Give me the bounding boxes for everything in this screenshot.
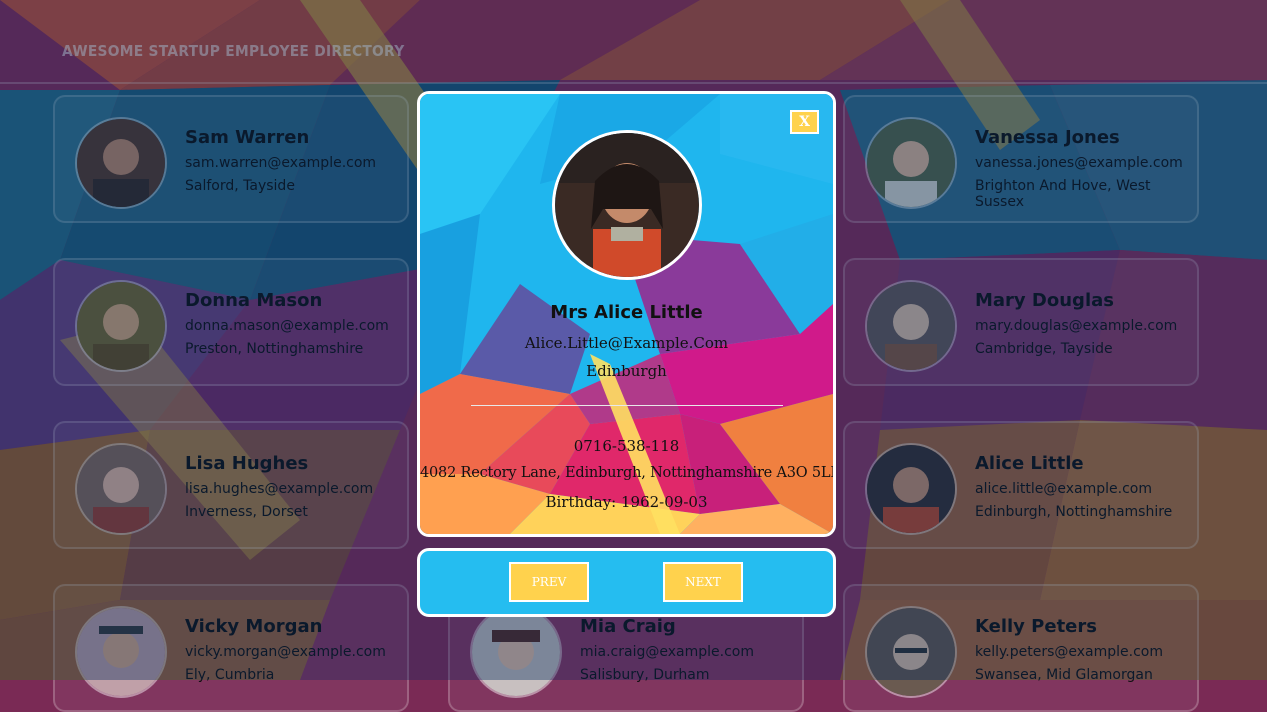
close-button[interactable]: X [790,110,819,134]
modal-employee-address: 4082 Rectory Lane, Edinburgh, Nottingham… [420,465,836,481]
modal-divider [471,405,783,406]
next-button[interactable]: NEXT [663,562,743,602]
modal-employee-phone: 0716-538-118 [573,437,680,455]
modal-employee-email: Alice.Little@Example.Com [524,334,729,352]
modal-avatar [552,130,702,280]
modal-employee-birthday: Birthday: 1962-09-03 [545,493,708,511]
modal-navigation: PREV NEXT [417,548,836,617]
employee-modal: X Mrs Alice Little Alice.Little@Example.… [417,91,836,537]
modal-employee-name: Mrs Alice Little [550,302,703,323]
prev-button[interactable]: PREV [509,562,589,602]
modal-employee-city: Edinburgh [586,362,667,380]
